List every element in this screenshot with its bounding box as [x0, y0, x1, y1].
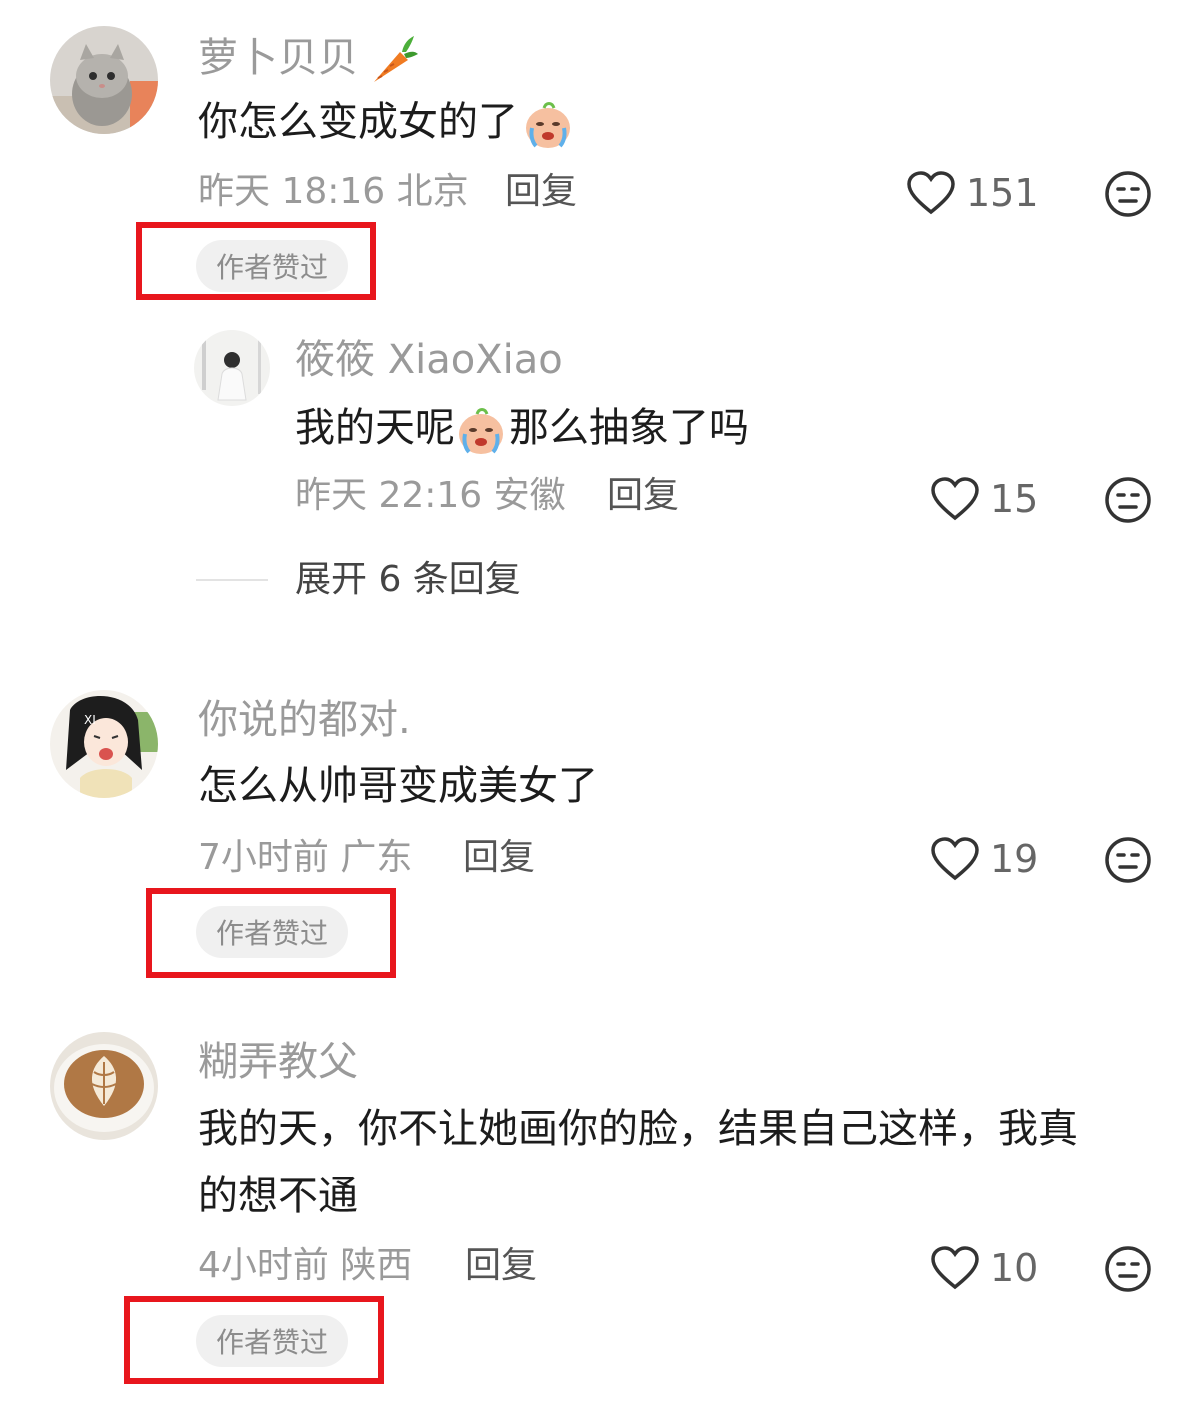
expand-divider — [196, 579, 268, 581]
avatar-cat[interactable] — [50, 26, 158, 134]
comment-text: 怎么从帅哥变成美女了 — [198, 763, 598, 809]
like-button[interactable]: 19 — [930, 836, 1038, 882]
reply-time-location: 昨天 22:16 安徽 — [295, 475, 566, 516]
reply-button[interactable]: 回复 — [463, 840, 535, 876]
heart-icon — [907, 171, 955, 215]
reply-username[interactable]: 筱筱 XiaoXiao — [295, 340, 563, 380]
like-count: 10 — [990, 1246, 1039, 1290]
heart-icon — [931, 477, 979, 521]
comment-time-location: 7小时前 广东 — [198, 837, 413, 878]
dislike-icon[interactable] — [1104, 476, 1152, 524]
dislike-icon[interactable] — [1104, 836, 1152, 884]
comment-text-line-1: 我的天，你不让她画你的脸，结果自己这样，我真 — [198, 1106, 1078, 1152]
reply-text: 我的天呢 那么抽象了吗 — [295, 404, 749, 456]
heart-icon — [931, 1246, 979, 1290]
heart-icon — [931, 837, 979, 881]
highlight-box — [124, 1296, 384, 1384]
like-count: 15 — [990, 477, 1039, 521]
highlight-box — [146, 888, 396, 978]
comment-time-location: 昨天 18:16 北京 — [198, 171, 469, 212]
like-button[interactable]: 10 — [930, 1245, 1038, 1291]
svg-text:XI: XI — [84, 713, 96, 727]
highlight-box — [136, 222, 376, 300]
comment-text: 你怎么变成女的了 — [198, 98, 574, 150]
like-button[interactable]: 15 — [930, 476, 1038, 522]
reply-button[interactable]: 回复 — [505, 174, 577, 210]
expand-replies-button[interactable]: 展开 6 条回复 — [295, 562, 521, 598]
avatar-coffee[interactable] — [50, 1032, 158, 1140]
dislike-icon[interactable] — [1104, 170, 1152, 218]
carrot-icon — [364, 32, 420, 88]
dislike-icon[interactable] — [1104, 1245, 1152, 1293]
comment-username[interactable]: 糊弄教父 — [198, 1042, 358, 1082]
avatar-reply-user[interactable] — [194, 330, 270, 406]
like-count: 19 — [990, 837, 1039, 881]
comment-username[interactable]: 你说的都对. — [198, 700, 411, 740]
comment-list: 萝卜贝贝 你怎么变成女的了 昨天 18:16 北京 回复 151 作者赞过 筱筱… — [0, 0, 1200, 1426]
avatar-anime-girl[interactable]: XI — [50, 690, 158, 798]
comment-text-line-2: 的想不通 — [198, 1173, 358, 1219]
comment-username[interactable]: 萝卜贝贝 — [198, 32, 420, 88]
crying-face-emoji — [455, 404, 507, 456]
like-count: 151 — [966, 171, 1039, 215]
reply-button[interactable]: 回复 — [465, 1248, 537, 1284]
crying-face-emoji — [522, 98, 574, 150]
like-button[interactable]: 151 — [906, 170, 1039, 216]
reply-button[interactable]: 回复 — [607, 478, 679, 514]
comment-time-location: 4小时前 陕西 — [198, 1245, 413, 1286]
